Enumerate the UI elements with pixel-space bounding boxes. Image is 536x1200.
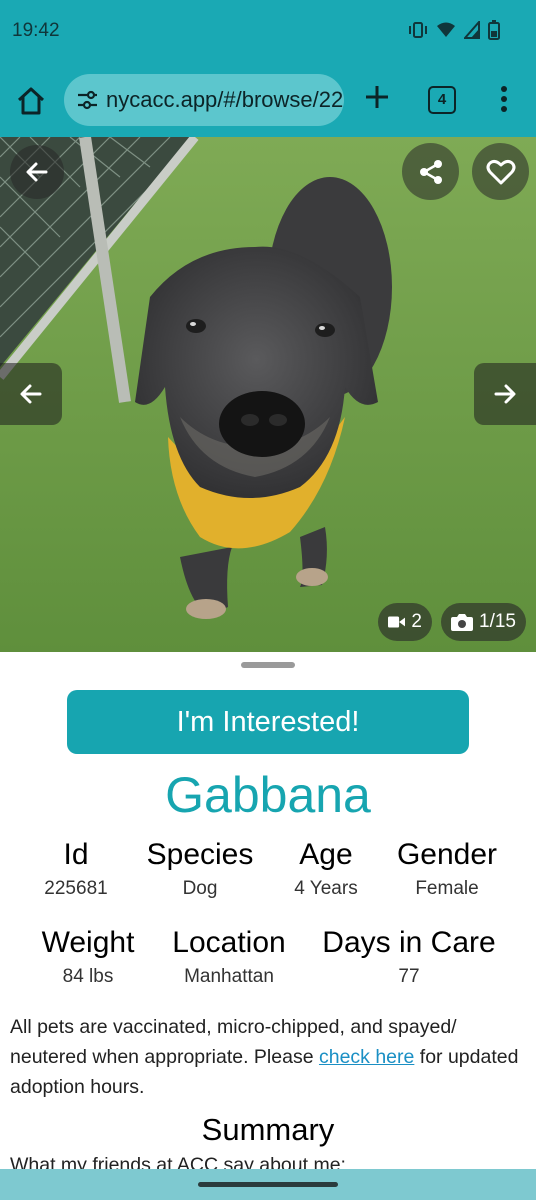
stat-label: Age xyxy=(299,838,353,871)
check-here-link[interactable]: check here xyxy=(319,1046,414,1068)
status-time: 19:42 xyxy=(12,20,60,41)
status-bar: 19:42 xyxy=(0,0,536,62)
video-count-badge[interactable]: 2 xyxy=(378,603,432,641)
heart-icon xyxy=(486,159,515,184)
stat-gender: Gender Female xyxy=(388,838,506,900)
photo-counter-badge[interactable]: 1/15 xyxy=(441,603,526,641)
site-settings-icon[interactable] xyxy=(76,89,98,111)
url-text: nycacc.app/#/browse/22 xyxy=(106,87,344,112)
arrow-left-icon xyxy=(26,162,48,182)
share-button[interactable] xyxy=(402,143,459,200)
stat-value: 77 xyxy=(398,966,420,987)
stat-species: Species Dog xyxy=(136,838,264,900)
battery-icon xyxy=(488,20,500,45)
more-vert-icon xyxy=(501,86,507,112)
adoption-notice: All pets are vaccinated, micro-chipped, … xyxy=(10,1012,526,1102)
videocam-icon xyxy=(388,616,406,628)
pet-photo xyxy=(0,137,536,652)
arrow-left-icon xyxy=(20,384,42,404)
stat-age: Age 4 Years xyxy=(274,838,378,900)
home-button[interactable] xyxy=(14,84,48,118)
stat-label: Weight xyxy=(41,926,135,959)
camera-icon xyxy=(451,614,473,631)
stat-days-in-care: Days in Care 77 xyxy=(312,926,506,988)
back-button[interactable] xyxy=(10,145,64,199)
plus-icon xyxy=(366,86,388,108)
stat-label: Location xyxy=(172,926,286,959)
stat-location: Location Manhattan xyxy=(160,926,298,988)
vibrate-icon xyxy=(408,21,428,44)
photo-counter: 1/15 xyxy=(479,611,516,632)
address-bar[interactable]: nycacc.app/#/browse/22 xyxy=(64,74,344,126)
arrow-right-icon xyxy=(494,384,516,404)
stat-value: 4 Years xyxy=(294,878,358,899)
status-icons xyxy=(408,19,500,45)
signal-icon xyxy=(462,19,480,44)
stat-label: Days in Care xyxy=(322,926,496,959)
pet-name: Gabbana xyxy=(165,767,371,823)
stat-weight: Weight 84 lbs xyxy=(30,926,146,988)
tab-switcher-button[interactable]: 4 xyxy=(428,86,456,114)
stat-value: 84 lbs xyxy=(62,966,114,987)
favorite-button[interactable] xyxy=(472,143,529,200)
wifi-icon xyxy=(436,21,456,44)
sheet-drag-handle[interactable] xyxy=(241,662,295,668)
stat-value: Manhattan xyxy=(184,966,274,987)
new-tab-button[interactable] xyxy=(362,82,392,112)
browser-toolbar: nycacc.app/#/browse/22 4 xyxy=(0,62,536,137)
stat-value: Female xyxy=(415,878,479,899)
stat-id: Id 225681 xyxy=(26,838,126,900)
stat-value: 225681 xyxy=(44,878,108,899)
gesture-handle[interactable] xyxy=(198,1182,338,1187)
share-icon xyxy=(419,159,442,184)
summary-heading: Summary xyxy=(201,1112,335,1147)
home-icon xyxy=(17,87,45,115)
browser-menu-button[interactable] xyxy=(492,82,516,116)
previous-photo-button[interactable] xyxy=(0,363,62,425)
stat-label: Gender xyxy=(396,838,498,871)
pet-photo-carousel[interactable]: 2 1/15 xyxy=(0,137,536,652)
next-photo-button[interactable] xyxy=(474,363,536,425)
stat-label: Species xyxy=(146,838,254,871)
video-count: 2 xyxy=(411,611,422,632)
stat-label: Id xyxy=(63,838,89,871)
im-interested-button[interactable]: I'm Interested! xyxy=(67,690,469,754)
stat-value: Dog xyxy=(182,878,218,899)
